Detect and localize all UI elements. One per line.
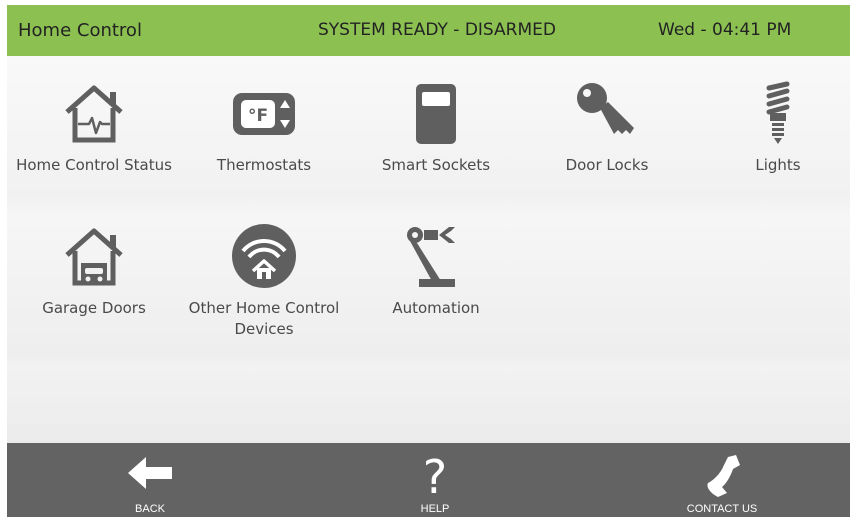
tile-smart-sockets[interactable]: Smart Sockets bbox=[351, 56, 521, 191]
help-button[interactable]: ? HELP bbox=[375, 443, 495, 517]
phone-icon bbox=[707, 455, 740, 497]
back-arrow-icon bbox=[128, 457, 172, 489]
house-heartbeat-icon bbox=[65, 85, 123, 143]
help-glyph: ? bbox=[423, 453, 447, 497]
garage-icon bbox=[65, 228, 123, 286]
thermostat-icon: °F bbox=[233, 93, 295, 135]
tile-home-control-status[interactable]: Home Control Status bbox=[9, 56, 179, 191]
home-control-screen: Home Control SYSTEM READY - DISARMED Wed… bbox=[7, 5, 850, 517]
tile-other-home-control-devices[interactable]: Other Home Control Devices bbox=[179, 199, 349, 338]
key-icon bbox=[577, 83, 634, 134]
tile-label: Door Locks bbox=[565, 156, 649, 174]
tile-label: Automation bbox=[392, 299, 480, 317]
help-label: HELP bbox=[420, 503, 450, 515]
tile-label: Home Control Status bbox=[16, 156, 172, 174]
tile-door-locks[interactable]: Door Locks bbox=[522, 56, 692, 191]
tile-garage-doors[interactable]: Garage Doors bbox=[9, 199, 179, 334]
light-bulb-icon bbox=[766, 81, 790, 144]
wifi-house-icon bbox=[232, 224, 296, 288]
page-title: Home Control bbox=[18, 20, 142, 41]
tile-grid: Home Control Status °F Thermostats Smart… bbox=[7, 56, 850, 443]
tile-lights[interactable]: Lights bbox=[693, 56, 850, 191]
smart-socket-icon bbox=[416, 84, 456, 144]
tile-label: Thermostats bbox=[216, 156, 312, 174]
contact-us-label: CONTACT US bbox=[686, 503, 758, 515]
tile-label: Smart Sockets bbox=[381, 156, 491, 174]
date-time: Wed - 04:41 PM bbox=[658, 20, 792, 40]
thermostat-unit: °F bbox=[248, 106, 268, 126]
status-bar: Home Control SYSTEM READY - DISARMED Wed… bbox=[7, 5, 850, 56]
back-button[interactable]: BACK bbox=[90, 443, 210, 517]
robot-arm-icon bbox=[407, 227, 455, 287]
system-status: SYSTEM READY - DISARMED bbox=[318, 20, 556, 40]
help-icon: ? bbox=[423, 453, 447, 497]
contact-us-button[interactable]: CONTACT US bbox=[662, 443, 782, 517]
back-label: BACK bbox=[135, 503, 165, 515]
tile-label: Other Home Control Devices bbox=[188, 299, 340, 338]
tile-thermostats[interactable]: °F Thermostats bbox=[179, 56, 349, 191]
tile-label: Garage Doors bbox=[42, 299, 146, 317]
tile-automation[interactable]: Automation bbox=[351, 199, 521, 334]
navigation-bar: BACK ? HELP CONTACT US bbox=[7, 443, 850, 517]
tile-label: Lights bbox=[755, 156, 801, 174]
